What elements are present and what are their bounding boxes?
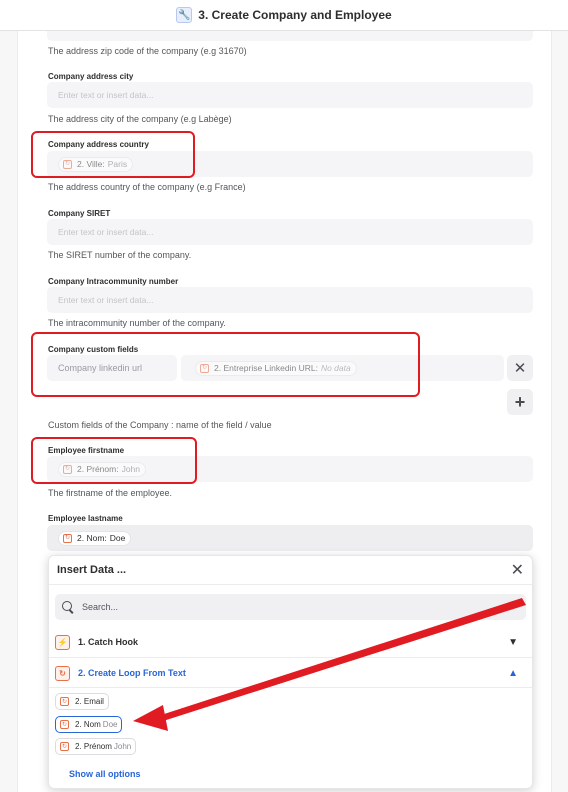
annotation-arrow — [133, 598, 526, 731]
arrow-shaft — [158, 598, 526, 722]
arrow-head — [133, 705, 168, 731]
